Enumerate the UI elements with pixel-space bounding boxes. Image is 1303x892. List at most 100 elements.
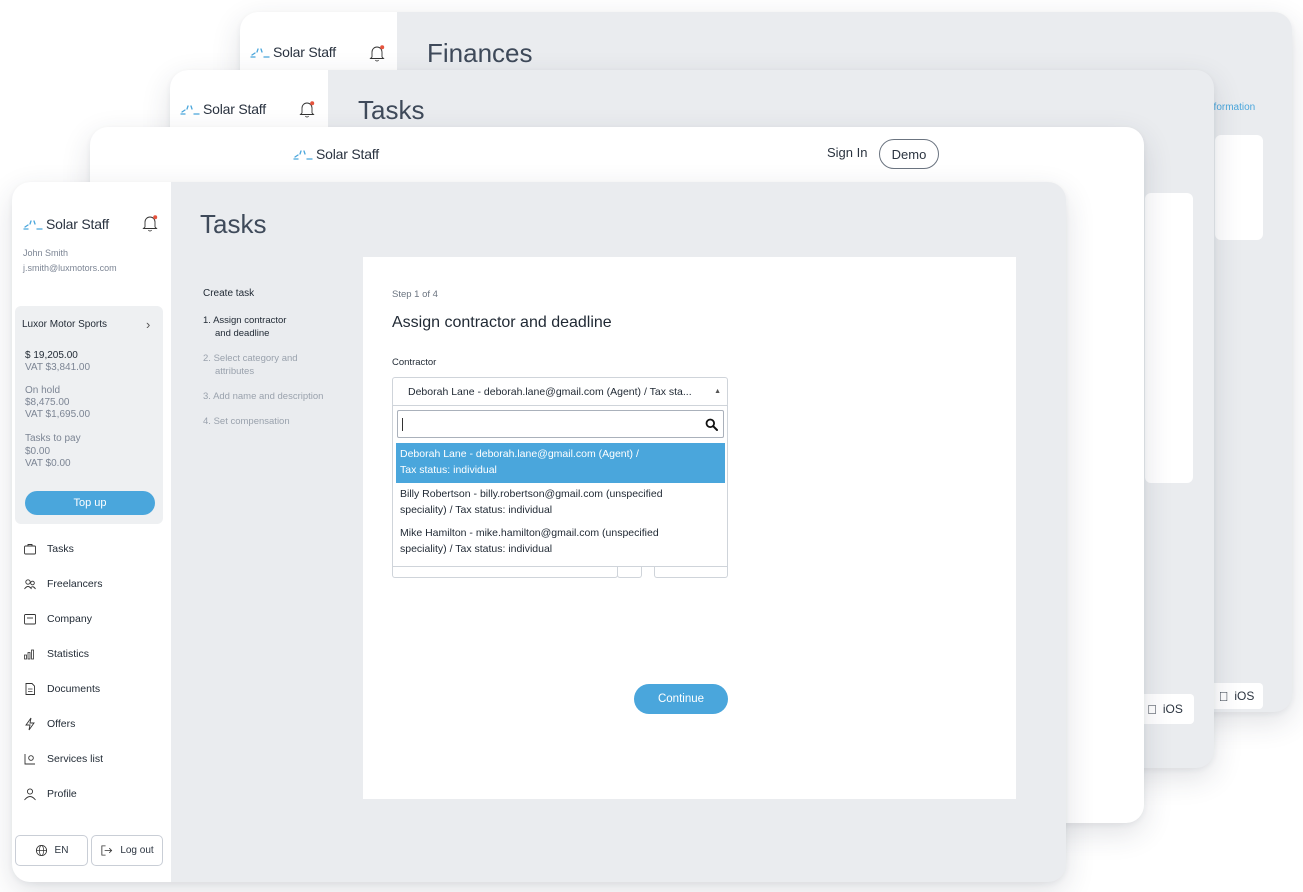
brand-logo[interactable]: Solar Staff	[23, 216, 109, 232]
nav-label: Tasks	[47, 543, 74, 555]
sidebar-header	[170, 70, 328, 128]
nav-label: Services list	[47, 753, 104, 765]
information-link[interactable]: nformation	[1208, 102, 1255, 113]
ios-button[interactable]:  iOS	[1210, 683, 1263, 709]
nav-item-statistics[interactable]: Statistics	[23, 647, 89, 661]
search-icon	[705, 418, 718, 431]
nav-label: Freelancers	[47, 578, 103, 590]
step-label-cont: and deadline	[215, 327, 270, 339]
bell-icon[interactable]	[368, 44, 386, 62]
logo-mark-icon	[23, 218, 43, 230]
logo-mark-icon	[250, 46, 270, 58]
demo-button[interactable]: Demo	[879, 139, 939, 169]
info-panel	[1215, 135, 1263, 240]
nav-label: Offers	[47, 718, 76, 730]
brand-name: Solar Staff	[46, 216, 109, 232]
tasks-to-pay-amount: $0.00	[25, 446, 51, 457]
step-number: 1.	[203, 315, 211, 326]
step-label: Assign contractor	[213, 315, 287, 326]
apple-icon: 	[1147, 702, 1157, 717]
company-selector[interactable]: Luxor Motor Sports	[22, 319, 107, 330]
tasks-window: Solar Staff John Smith j.smith@luxmotors…	[12, 182, 1066, 882]
steps-title: Create task	[203, 288, 255, 299]
option-line: speciality) / Tax status: individual	[400, 504, 553, 516]
balance-vat: VAT $3,841.00	[25, 362, 91, 373]
brand-name: Solar Staff	[273, 44, 336, 60]
user-name: John Smith	[23, 248, 69, 258]
lightning-icon	[25, 717, 35, 731]
contractor-select[interactable]: Deborah Lane - deborah.lane@gmail.com (A…	[392, 377, 728, 407]
option-line: Billy Robertson - billy.robertson@gmail.…	[400, 488, 663, 500]
ios-label: iOS	[1157, 702, 1183, 716]
chevron-right-icon[interactable]: ›	[146, 317, 150, 332]
contractor-option[interactable]: Billy Robertson - billy.robertson@gmail.…	[396, 483, 725, 523]
nav-label: Company	[47, 613, 92, 625]
apple-icon: 	[1219, 689, 1229, 704]
nav-label: Statistics	[47, 648, 90, 660]
page-title: Finances	[427, 38, 533, 68]
on-hold-amount: $8,475.00	[25, 397, 70, 408]
on-hold-vat: VAT $1,695.00	[25, 409, 91, 420]
globe-icon	[35, 844, 47, 857]
nav-label: Documents	[47, 683, 101, 695]
nav-item-services-list[interactable]: Services list	[23, 752, 103, 766]
contractor-option[interactable]: Mike Hamilton - mike.hamilton@gmail.com …	[396, 522, 725, 562]
page-title: Tasks	[200, 209, 267, 239]
nav-item-freelancers[interactable]: Freelancers	[23, 577, 102, 591]
brand-name: Solar Staff	[316, 146, 379, 162]
nav-item-offers[interactable]: Offers	[23, 717, 75, 731]
bell-icon[interactable]	[298, 100, 316, 118]
bar-chart-icon	[24, 649, 34, 660]
logout-icon	[101, 845, 113, 856]
text-cursor	[402, 418, 403, 431]
building-icon	[24, 614, 36, 625]
step-number: 4.	[203, 416, 211, 427]
brand-logo[interactable]: Solar Staff	[180, 101, 266, 117]
caret-up-icon: ▲	[714, 388, 721, 395]
option-line: speciality) / Tax status: individual	[400, 543, 553, 555]
continue-button[interactable]: Continue	[634, 684, 728, 714]
step-label: Select category and	[213, 353, 298, 364]
step-label: Add name and description	[213, 391, 324, 402]
language-button[interactable]: EN	[15, 835, 88, 866]
brand-logo[interactable]: Solar Staff	[250, 44, 336, 60]
step-label: Set compensation	[213, 416, 290, 427]
step-1[interactable]: 1. Assign contractor and deadline	[203, 315, 353, 340]
tasks-to-pay-vat: VAT $0.00	[25, 458, 71, 469]
content-panel	[1145, 193, 1193, 483]
logout-button[interactable]: Log out	[91, 835, 163, 866]
nav-item-company[interactable]: Company	[23, 612, 92, 626]
services-icon	[24, 754, 35, 765]
document-icon	[25, 683, 35, 695]
contractor-value: Deborah Lane - deborah.lane@gmail.com (A…	[408, 386, 692, 398]
contractor-search-input[interactable]	[397, 410, 724, 438]
top-up-button[interactable]: Top up	[25, 491, 155, 515]
language-label: EN	[54, 845, 69, 856]
on-hold-label: On hold	[25, 385, 61, 396]
contractor-option[interactable]: Deborah Lane - deborah.lane@gmail.com (A…	[396, 443, 725, 483]
ios-button[interactable]:  iOS	[1136, 694, 1194, 724]
option-line: Deborah Lane - deborah.lane@gmail.com (A…	[400, 448, 639, 460]
logo-mark-icon	[180, 103, 200, 115]
option-line: Tax status: individual	[400, 464, 497, 476]
nav-item-profile[interactable]: Profile	[23, 787, 77, 801]
balance: $ 19,205.00	[25, 350, 78, 361]
ios-label: iOS	[1229, 689, 1254, 703]
logout-label: Log out	[120, 845, 154, 856]
sidebar: Solar Staff John Smith j.smith@luxmotors…	[12, 182, 171, 882]
logo-mark-icon	[293, 148, 313, 160]
task-form-card: Step 1 of 4 Assign contractor and deadli…	[363, 257, 1016, 799]
people-icon	[24, 579, 36, 590]
brand-name: Solar Staff	[203, 101, 266, 117]
briefcase-icon	[24, 544, 36, 555]
page-title: Tasks	[358, 95, 425, 125]
nav-item-documents[interactable]: Documents	[23, 682, 100, 696]
user-icon	[24, 788, 36, 801]
nav-item-tasks[interactable]: Tasks	[23, 542, 74, 556]
step-4[interactable]: 4. Set compensation	[203, 416, 353, 429]
step-3[interactable]: 3. Add name and description	[203, 391, 353, 404]
step-2[interactable]: 2. Select category and attributes	[203, 353, 353, 378]
bell-icon[interactable]	[141, 214, 159, 232]
brand-logo[interactable]: Solar Staff	[293, 146, 379, 162]
sign-in-link[interactable]: Sign In	[827, 145, 867, 160]
